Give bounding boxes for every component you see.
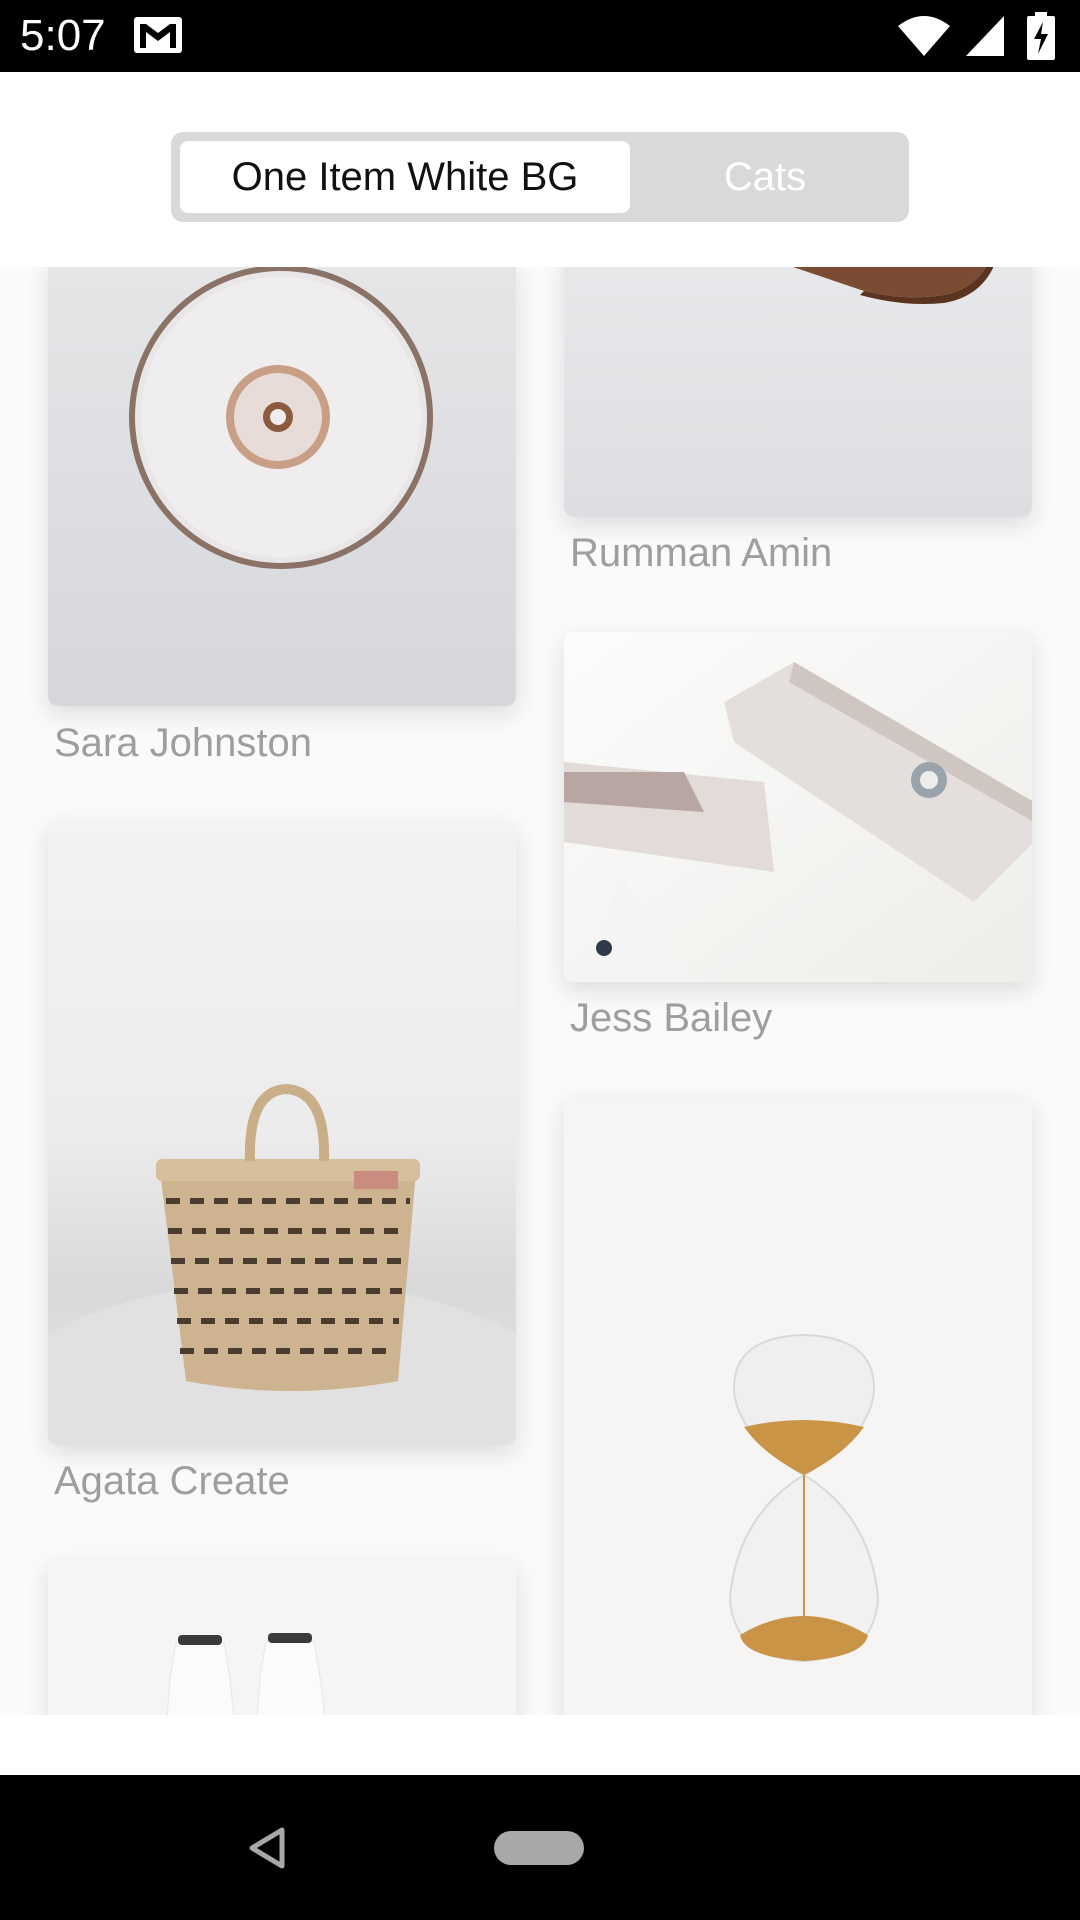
status-bar: 5:07 — [0, 0, 1080, 72]
signal-icon — [966, 16, 1004, 56]
gallery-card[interactable] — [564, 632, 1032, 982]
gallery-card[interactable] — [48, 821, 516, 1445]
home-pill[interactable] — [494, 1831, 584, 1865]
card-caption: Jess Bailey — [570, 996, 773, 1040]
card-caption: Rumman Amin — [570, 531, 833, 575]
clothespins-image — [564, 632, 1032, 982]
tab-one-item-white-bg[interactable]: One Item White BG — [180, 141, 630, 213]
tab-cats[interactable]: Cats — [630, 141, 900, 213]
gallery-grid: Sara Johnston Agata Create Rumman Amin J… — [0, 267, 1080, 1715]
gallery-card[interactable] — [48, 267, 516, 706]
donut-plate-image — [48, 267, 516, 706]
battery-charging-icon — [1027, 12, 1055, 60]
wooden-board-image — [564, 267, 1032, 517]
gallery-card[interactable] — [48, 1559, 516, 1715]
white-bottles-image — [48, 1559, 516, 1715]
card-caption: Sara Johnston — [54, 721, 312, 765]
gallery-card[interactable] — [564, 267, 1032, 517]
wifi-icon — [898, 16, 950, 56]
gallery-card[interactable] — [564, 1097, 1032, 1715]
bottom-strip — [0, 1715, 1080, 1775]
segmented-control: One Item White BG Cats — [171, 132, 909, 222]
header: One Item White BG Cats — [0, 72, 1080, 267]
navigation-bar — [0, 1775, 1080, 1920]
card-caption: Agata Create — [54, 1459, 290, 1503]
wicker-basket-image — [48, 821, 516, 1445]
status-time: 5:07 — [20, 11, 106, 60]
gmail-icon — [134, 17, 182, 53]
back-icon[interactable] — [248, 1827, 288, 1869]
hourglass-image — [564, 1097, 1032, 1715]
